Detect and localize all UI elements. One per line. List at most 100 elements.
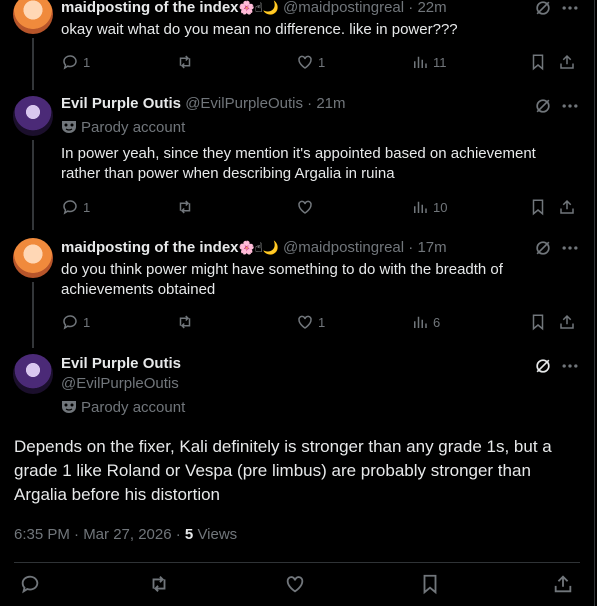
views-button[interactable]: 11: [411, 52, 447, 72]
thread-line: [32, 140, 34, 230]
share-icon: [560, 199, 574, 214]
like-button[interactable]: [296, 197, 314, 217]
avatar[interactable]: [13, 96, 53, 136]
reply-button[interactable]: [19, 574, 41, 594]
post-time[interactable]: · 21m: [307, 95, 345, 112]
reply-post-3[interactable]: maidposting of the index🌸☝🌙 @maidposting…: [0, 226, 594, 348]
bookmark-icon: [532, 199, 544, 216]
repost-icon: [179, 55, 191, 69]
user-handle[interactable]: @EvilPurpleOutis: [61, 374, 179, 394]
views-button[interactable]: 10: [411, 197, 447, 217]
display-name[interactable]: Evil Purple Outis: [61, 95, 181, 112]
parody-badge: Parody account: [61, 398, 185, 418]
like-count: 1: [318, 314, 326, 330]
views-count: 5: [184, 526, 194, 543]
repost-icon: [179, 200, 191, 214]
grok-icon[interactable]: [533, 238, 553, 258]
views-icon: [414, 201, 427, 213]
display-name[interactable]: maidposting of the index: [61, 239, 239, 256]
post-timestamp[interactable]: 6:35 PM · Mar 27, 2026 ·: [14, 526, 181, 543]
reply-button[interactable]: 1: [61, 52, 90, 72]
views-label: Views: [197, 526, 238, 543]
bookmark-icon: [532, 314, 544, 331]
parody-label: Parody account: [81, 399, 186, 416]
action-bar: 1 1 6: [61, 312, 581, 332]
share-button[interactable]: [558, 197, 576, 217]
like-button[interactable]: 1: [296, 52, 325, 72]
reply-icon: [21, 575, 39, 594]
repost-button[interactable]: [176, 52, 194, 72]
repost-button[interactable]: [148, 574, 170, 594]
user-handle[interactable]: @EvilPurpleOutis: [185, 95, 303, 112]
share-button[interactable]: [558, 52, 576, 72]
column-border: [594, 0, 595, 606]
display-name[interactable]: Evil Purple Outis: [61, 354, 181, 374]
bookmark-button[interactable]: [529, 312, 547, 332]
reply-button[interactable]: 1: [61, 312, 90, 332]
parody-badge: Parody account: [61, 118, 185, 138]
post-text: In power yeah, since they mention it's a…: [61, 145, 536, 182]
bookmark-icon: [532, 54, 544, 71]
thread-line: [32, 38, 34, 90]
main-action-bar: [14, 572, 580, 598]
like-icon: [298, 315, 312, 329]
post-time[interactable]: · 22m: [408, 0, 446, 16]
post-meta: 6:35 PM · Mar 27, 2026 · 5 Views: [14, 525, 237, 545]
like-button[interactable]: 1: [296, 312, 325, 332]
avatar[interactable]: [13, 354, 53, 394]
reply-post-1[interactable]: maidposting of the index🌸☝🌙 @maidposting…: [0, 0, 594, 90]
reply-icon: [63, 200, 77, 215]
bookmark-icon: [423, 574, 437, 595]
avatar[interactable]: [13, 0, 53, 34]
main-post-text: Depends on the fixer, Kali definitely is…: [14, 437, 552, 504]
reply-icon: [63, 315, 77, 330]
repost-icon: [152, 576, 166, 592]
grok-icon[interactable]: [533, 96, 553, 116]
views-icon: [414, 56, 427, 68]
like-button[interactable]: [284, 574, 306, 594]
more-icon[interactable]: [560, 96, 580, 116]
share-button[interactable]: [558, 312, 576, 332]
repost-button[interactable]: [176, 197, 194, 217]
name-emojis: 🌸☝🌙: [238, 0, 279, 15]
post-header: Evil Purple Outis @EvilPurpleOutis · 21m: [61, 94, 346, 114]
parody-label: Parody account: [81, 119, 186, 136]
name-emojis: 🌸☝🌙: [238, 240, 279, 255]
post-header: maidposting of the index🌸☝🌙 @maidposting…: [61, 0, 447, 18]
like-icon: [298, 200, 312, 214]
grok-icon[interactable]: [533, 356, 553, 376]
user-handle[interactable]: @maidpostingreal: [283, 239, 404, 256]
reply-post-2[interactable]: Evil Purple Outis @EvilPurpleOutis · 21m…: [0, 88, 594, 230]
more-icon[interactable]: [560, 238, 580, 258]
reply-count: 1: [83, 314, 91, 330]
grok-icon[interactable]: [533, 0, 553, 18]
display-name[interactable]: maidposting of the index: [61, 0, 239, 16]
like-count: 1: [318, 54, 326, 70]
like-icon: [298, 55, 312, 69]
thread-line: [32, 282, 34, 348]
more-icon[interactable]: [560, 0, 580, 18]
views-count: 10: [433, 199, 448, 215]
reply-count: 1: [83, 199, 91, 215]
reply-button[interactable]: 1: [61, 197, 90, 217]
post-header: maidposting of the index🌸☝🌙 @maidposting…: [61, 238, 447, 258]
post-time[interactable]: · 17m: [408, 239, 446, 256]
share-icon: [554, 575, 572, 593]
user-handle[interactable]: @maidpostingreal: [283, 0, 404, 16]
share-icon: [560, 314, 574, 329]
share-button[interactable]: [552, 574, 574, 594]
reply-icon: [63, 55, 77, 70]
avatar[interactable]: [13, 238, 53, 278]
views-count: 6: [433, 314, 441, 330]
mask-icon: [62, 121, 76, 133]
repost-button[interactable]: [176, 312, 194, 332]
bookmark-button[interactable]: [529, 197, 547, 217]
views-button[interactable]: 6: [411, 312, 440, 332]
like-icon: [286, 576, 304, 593]
repost-icon: [179, 315, 191, 329]
reply-count: 1: [83, 54, 91, 70]
more-icon[interactable]: [560, 356, 580, 376]
action-bar: 1 1 11: [61, 52, 581, 72]
bookmark-button[interactable]: [419, 574, 441, 595]
bookmark-button[interactable]: [529, 52, 547, 72]
